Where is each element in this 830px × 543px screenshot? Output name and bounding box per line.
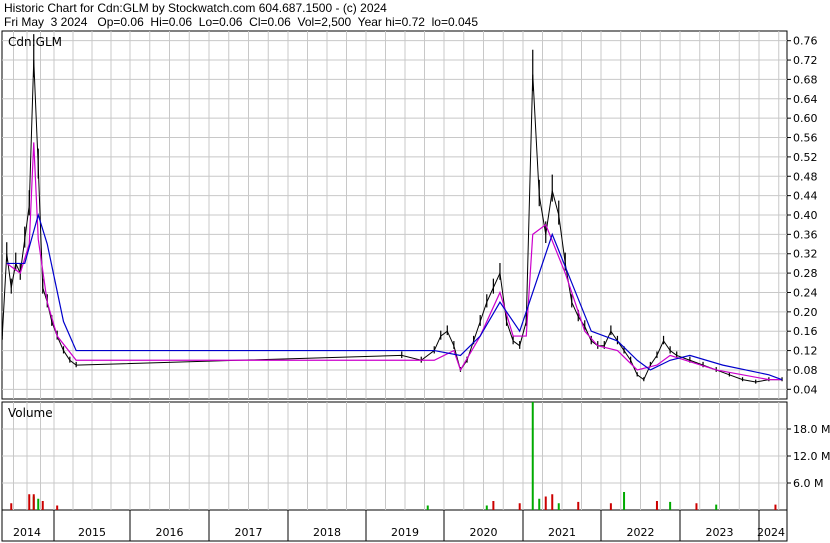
y-tick-label: 0.48	[793, 170, 818, 183]
x-tick-label: 2016	[156, 526, 184, 539]
volume-bar-down	[518, 503, 521, 510]
volume-bar-up	[623, 492, 626, 510]
y-tick-label: 0.44	[793, 190, 818, 203]
y-tick-label: 0.52	[793, 151, 818, 164]
volume-bar-down	[32, 494, 35, 510]
volume-bar-up	[557, 503, 560, 510]
volume-bar-down	[695, 503, 698, 510]
volume-bar-down	[544, 496, 547, 510]
volume-bar-up	[715, 504, 718, 510]
y-tick-label: 0.60	[793, 112, 818, 125]
volume-bar-down	[609, 503, 612, 510]
volume-bar-up	[531, 402, 534, 510]
y-tick-label: 0.56	[793, 132, 818, 145]
volume-tick-label: 6.0 M	[793, 477, 823, 490]
y-tick-label: 0.36	[793, 228, 818, 241]
volume-tick-label: 18.0 M	[793, 423, 830, 436]
x-tick-label: 2024	[757, 526, 785, 539]
y-tick-label: 0.64	[793, 93, 818, 106]
x-tick-label: 2021	[548, 526, 576, 539]
y-tick-label: 0.40	[793, 209, 818, 222]
volume-bar-up	[426, 505, 429, 510]
x-tick-label: 2020	[470, 526, 498, 539]
y-tick-label: 0.76	[793, 35, 818, 48]
x-tick-label: 2014	[13, 526, 41, 539]
volume-label: Volume	[8, 406, 53, 420]
volume-bar-down	[551, 494, 554, 510]
x-tick-label: 2017	[235, 526, 263, 539]
x-tick-label: 2015	[78, 526, 106, 539]
volume-bar-down	[492, 501, 495, 510]
y-tick-label: 0.04	[793, 383, 818, 396]
volume-tick-label: 12.0 M	[793, 450, 830, 463]
x-tick-label: 2022	[627, 526, 655, 539]
y-tick-label: 0.68	[793, 73, 818, 86]
volume-bar-down	[10, 503, 13, 510]
volume-bar-up	[669, 501, 672, 510]
volume-bar-down	[41, 501, 44, 510]
y-tick-label: 0.32	[793, 248, 818, 261]
volume-bar-up	[37, 498, 40, 510]
x-tick-label: 2018	[313, 526, 341, 539]
volume-bar-up	[538, 498, 541, 510]
volume-bar-down	[56, 505, 59, 510]
x-tick-label: 2019	[391, 526, 419, 539]
volume-bar-down	[655, 501, 658, 510]
symbol-label: Cdn:GLM	[8, 35, 62, 49]
y-tick-label: 0.16	[793, 325, 818, 338]
stock-chart: Historic Chart for Cdn:GLM by Stockwatch…	[0, 0, 830, 543]
x-tick-label: 2023	[706, 526, 734, 539]
y-tick-label: 0.08	[793, 364, 818, 377]
y-tick-label: 0.72	[793, 54, 818, 67]
y-tick-label: 0.12	[793, 345, 818, 358]
y-tick-label: 0.24	[793, 286, 818, 299]
y-tick-label: 0.28	[793, 267, 818, 280]
volume-bar-down	[774, 504, 777, 510]
volume-bar-down	[28, 494, 31, 510]
volume-bar-up	[485, 505, 488, 510]
chart-canvas: 0.76 0.72 0.68 0.64 0.60 0.56 0.52 0.48 0.44 0.40…	[1, 30, 830, 542]
y-tick-label: 0.20	[793, 306, 818, 319]
volume-bar-down	[577, 501, 580, 510]
